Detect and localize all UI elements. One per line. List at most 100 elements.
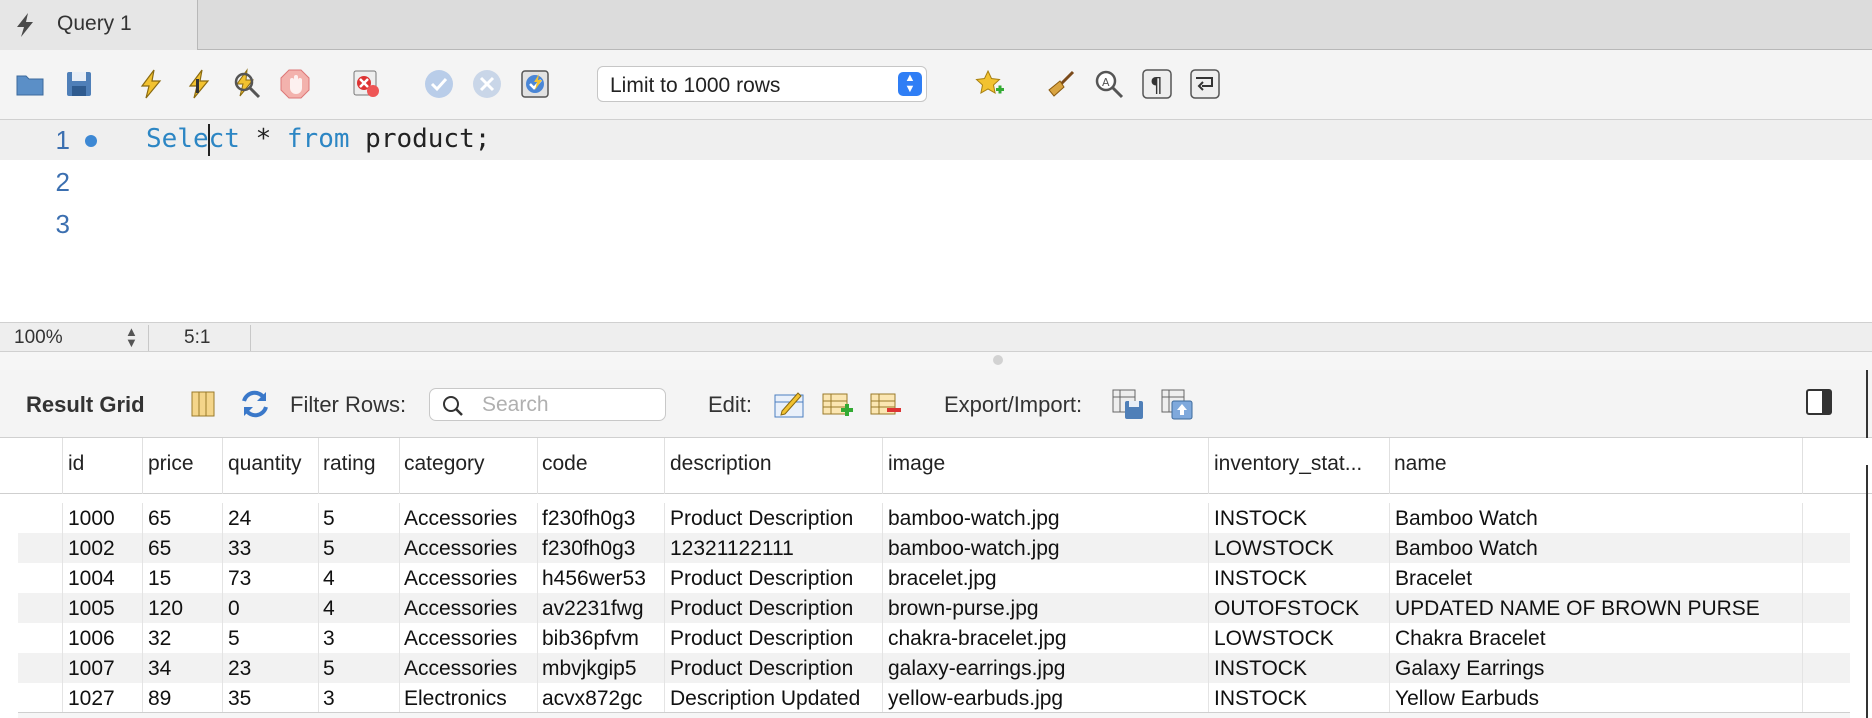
commit-icon[interactable]: [422, 67, 456, 101]
sql-editor[interactable]: 1 Select * from product; 2 3: [0, 120, 1872, 322]
table-cell-price[interactable]: 65: [148, 537, 171, 561]
table-cell-description[interactable]: Description Updated: [670, 687, 860, 711]
beautify-broom-icon[interactable]: [1044, 67, 1078, 101]
editor-line-3[interactable]: 3: [0, 204, 1872, 244]
table-cell-category[interactable]: Accessories: [404, 627, 517, 651]
table-cell-rating[interactable]: 5: [323, 537, 335, 561]
table-cell-category[interactable]: Accessories: [404, 507, 517, 531]
execute-icon[interactable]: [134, 67, 168, 101]
filter-search-input[interactable]: [482, 393, 652, 417]
table-cell-image[interactable]: brown-purse.jpg: [888, 597, 1039, 621]
explain-icon[interactable]: [230, 67, 264, 101]
edit-row-icon[interactable]: [772, 387, 806, 421]
table-cell-id[interactable]: 1027: [68, 687, 115, 711]
table-cell-category[interactable]: Electronics: [404, 687, 507, 711]
bookmark-star-icon[interactable]: [973, 67, 1007, 101]
table-row[interactable]: 1005 120 0 4 Accessories av2231fwg Product Des…: [18, 593, 1850, 623]
table-cell-description[interactable]: Product Description: [670, 507, 853, 531]
filter-search-box[interactable]: [429, 388, 666, 421]
table-cell-description[interactable]: Product Description: [670, 567, 853, 591]
open-folder-icon[interactable]: [13, 67, 47, 101]
table-cell-id[interactable]: 1004: [68, 567, 115, 591]
save-icon[interactable]: [62, 67, 96, 101]
table-cell-category[interactable]: Accessories: [404, 567, 517, 591]
table-cell-name[interactable]: Chakra Bracelet: [1395, 627, 1546, 651]
table-cell-inventory-stat[interactable]: INSTOCK: [1214, 687, 1307, 711]
column-header-category[interactable]: category: [404, 452, 534, 476]
table-cell-id[interactable]: 1000: [68, 507, 115, 531]
table-cell-code[interactable]: f230fh0g3: [542, 507, 635, 531]
refresh-icon[interactable]: [238, 387, 272, 421]
table-cell-id[interactable]: 1007: [68, 657, 115, 681]
table-cell-quantity[interactable]: 35: [228, 687, 251, 711]
table-cell-category[interactable]: Accessories: [404, 537, 517, 561]
table-cell-price[interactable]: 120: [148, 597, 183, 621]
table-cell-code[interactable]: mbvjkgip5: [542, 657, 637, 681]
table-row[interactable]: 1002 65 33 5 Accessories f230fh0g3 12321122111…: [18, 533, 1850, 563]
table-cell-price[interactable]: 89: [148, 687, 171, 711]
word-wrap-icon[interactable]: [1188, 67, 1222, 101]
table-cell-code[interactable]: av2231fwg: [542, 597, 644, 621]
zoom-level[interactable]: 100%: [14, 327, 63, 349]
grid-layout-icon[interactable]: [186, 387, 220, 421]
table-row[interactable]: 1006 32 5 3 Accessories bib36pfvm Product Desc…: [18, 623, 1850, 653]
table-cell-rating[interactable]: 3: [323, 627, 335, 651]
table-cell-code[interactable]: h456wer53: [542, 567, 646, 591]
table-cell-category[interactable]: Accessories: [404, 597, 517, 621]
table-cell-description[interactable]: Product Description: [670, 597, 853, 621]
invisible-chars-icon[interactable]: ¶: [1140, 67, 1174, 101]
stop-on-error-icon[interactable]: [349, 67, 383, 101]
table-cell-price[interactable]: 65: [148, 507, 171, 531]
rollback-icon[interactable]: [470, 67, 504, 101]
table-cell-rating[interactable]: 4: [323, 597, 335, 621]
table-cell-quantity[interactable]: 23: [228, 657, 251, 681]
table-cell-description[interactable]: Product Description: [670, 627, 853, 651]
table-cell-inventory-stat[interactable]: LOWSTOCK: [1214, 627, 1334, 651]
table-cell-quantity[interactable]: 33: [228, 537, 251, 561]
column-header-name[interactable]: name: [1394, 452, 1794, 476]
column-header-code[interactable]: code: [542, 452, 662, 476]
table-cell-image[interactable]: bamboo-watch.jpg: [888, 507, 1060, 531]
delete-row-icon[interactable]: [868, 387, 902, 421]
table-cell-inventory-stat[interactable]: INSTOCK: [1214, 657, 1307, 681]
table-cell-inventory-stat[interactable]: OUTOFSTOCK: [1214, 597, 1359, 621]
execute-current-icon[interactable]: [182, 67, 216, 101]
table-cell-description[interactable]: 12321122111: [670, 537, 794, 561]
table-cell-image[interactable]: yellow-earbuds.jpg: [888, 687, 1063, 711]
table-cell-image[interactable]: bracelet.jpg: [888, 567, 997, 591]
table-cell-name[interactable]: Bracelet: [1395, 567, 1472, 591]
export-icon[interactable]: [1111, 387, 1145, 421]
limit-rows-select[interactable]: Limit to 1000 rows ▲ ▼: [597, 66, 927, 102]
column-header-description[interactable]: description: [670, 452, 880, 476]
panel-splitter[interactable]: [0, 352, 1872, 370]
table-cell-name[interactable]: Bamboo Watch: [1395, 537, 1538, 561]
table-cell-image[interactable]: bamboo-watch.jpg: [888, 537, 1060, 561]
column-header-rating[interactable]: rating: [323, 452, 398, 476]
table-cell-id[interactable]: 1002: [68, 537, 115, 561]
table-cell-rating[interactable]: 3: [323, 687, 335, 711]
table-cell-rating[interactable]: 4: [323, 567, 335, 591]
table-cell-category[interactable]: Accessories: [404, 657, 517, 681]
stop-icon[interactable]: [278, 67, 312, 101]
toggle-side-panel-icon[interactable]: [1806, 389, 1832, 415]
table-cell-inventory-stat[interactable]: INSTOCK: [1214, 507, 1307, 531]
table-cell-description[interactable]: Product Description: [670, 657, 853, 681]
table-cell-name[interactable]: UPDATED NAME OF BROWN PURSE: [1395, 597, 1760, 621]
table-row[interactable]: 1027 89 35 3 Electronics acvx872gc Description…: [18, 683, 1850, 713]
table-cell-quantity[interactable]: 0: [228, 597, 240, 621]
table-cell-rating[interactable]: 5: [323, 507, 335, 531]
table-cell-image[interactable]: chakra-bracelet.jpg: [888, 627, 1067, 651]
table-cell-image[interactable]: galaxy-earrings.jpg: [888, 657, 1065, 681]
table-cell-id[interactable]: 1005: [68, 597, 115, 621]
column-header-inventory-status[interactable]: inventory_stat...: [1214, 452, 1386, 476]
table-cell-price[interactable]: 32: [148, 627, 171, 651]
table-cell-code[interactable]: bib36pfvm: [542, 627, 639, 651]
table-row[interactable]: 1007 34 23 5 Accessories mbvjkgip5 Product Des…: [18, 653, 1850, 683]
table-cell-code[interactable]: f230fh0g3: [542, 537, 635, 561]
splitter-grip-icon[interactable]: [993, 355, 1003, 365]
column-header-price[interactable]: price: [148, 452, 218, 476]
table-row[interactable]: 1004 15 73 4 Accessories h456wer53 Product Des…: [18, 563, 1850, 593]
column-header-quantity[interactable]: quantity: [228, 452, 318, 476]
table-cell-quantity[interactable]: 5: [228, 627, 240, 651]
table-cell-price[interactable]: 15: [148, 567, 171, 591]
